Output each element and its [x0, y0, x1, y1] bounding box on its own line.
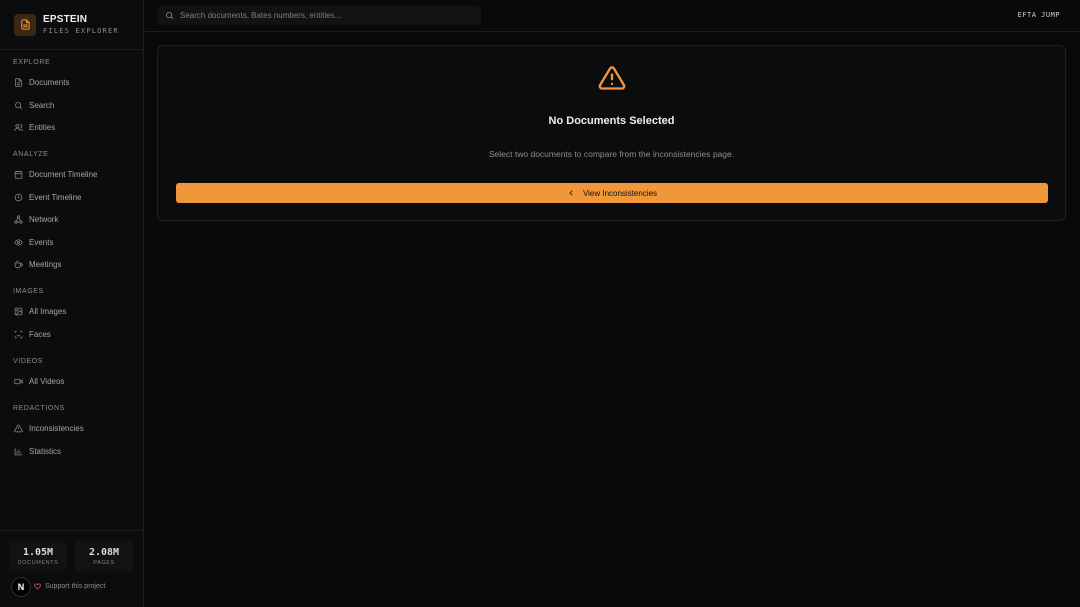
sidebar-item-meetings[interactable]: Meetings — [13, 256, 137, 272]
sidebar-item-label: Documents — [29, 77, 70, 87]
sidebar-item-document-timeline[interactable]: Document Timeline — [13, 166, 137, 182]
sidebar-item-statistics[interactable]: Statistics — [13, 443, 137, 459]
sidebar-item-label: All Videos — [29, 376, 65, 386]
sidebar-item-search[interactable]: Search — [13, 97, 137, 113]
document-icon — [13, 77, 23, 87]
calendar-icon — [13, 169, 23, 179]
sidebar-item-label: All Images — [29, 306, 67, 316]
support-link[interactable]: Support this project — [34, 583, 105, 590]
search-input[interactable] — [180, 11, 470, 20]
clock-icon — [13, 192, 23, 202]
sidebar-item-network[interactable]: Network — [13, 211, 137, 227]
section-heading-analyze: ANALYZE — [13, 151, 49, 158]
sidebar-item-events[interactable]: Events — [13, 234, 137, 250]
video-icon — [13, 376, 23, 386]
sidebar-item-faces[interactable]: Faces — [13, 326, 137, 342]
stat-pages-value: 2.08M — [88, 547, 120, 558]
stat-documents-value: 1.05M — [22, 547, 54, 558]
sidebar-item-label: Entities — [29, 122, 56, 132]
sidebar-item-label: Event Timeline — [29, 192, 82, 202]
sidebar-item-label: Search — [29, 100, 55, 110]
search-box[interactable] — [158, 6, 481, 25]
sidebar-item-label: Statistics — [29, 446, 62, 456]
sidebar-item-inconsistencies[interactable]: Inconsistencies — [13, 420, 137, 436]
sidebar-item-event-timeline[interactable]: Event Timeline — [13, 189, 137, 205]
sidebar-item-label: Document Timeline — [29, 169, 98, 179]
view-inconsistencies-button[interactable]: View Inconsistencies — [176, 183, 1048, 203]
sidebar-item-label: Inconsistencies — [29, 423, 84, 433]
coffee-icon — [13, 259, 23, 269]
sidebar-item-label: Network — [29, 214, 59, 224]
warning-icon — [13, 423, 23, 433]
face-scan-icon — [13, 329, 23, 339]
image-icon — [13, 306, 23, 316]
file-icon — [14, 13, 36, 36]
support-label: Support this project — [45, 583, 106, 590]
stat-pages-label: PAGES — [93, 560, 115, 566]
section-heading-explore: EXPLORE — [13, 59, 51, 66]
sidebar: EPSTEIN FILES EXPLORER EXPLORE Documents… — [0, 0, 144, 607]
brand-subtitle: FILES EXPLORER — [43, 26, 119, 35]
empty-state-title: No Documents Selected — [548, 115, 675, 127]
network-icon — [13, 214, 23, 224]
view-inconsistencies-label: View Inconsistencies — [582, 188, 658, 198]
section-heading-videos: VIDEOS — [13, 358, 44, 365]
sidebar-footer: 1.05M DOCUMENTS 2.08M PAGES N Support th… — [0, 530, 143, 607]
efta-jump-button[interactable]: EFTA JUMP — [1018, 11, 1060, 19]
empty-state-message: Select two documents to compare from the… — [488, 149, 735, 159]
search-icon — [13, 100, 23, 110]
section-heading-images: IMAGES — [13, 288, 44, 295]
users-icon — [13, 122, 23, 132]
stat-documents-label: DOCUMENTS — [17, 560, 59, 566]
warning-icon — [598, 64, 626, 97]
brand-title: EPSTEIN — [43, 13, 88, 25]
bar-chart-icon — [13, 446, 23, 456]
stat-documents: 1.05M DOCUMENTS — [9, 541, 67, 571]
brand[interactable]: EPSTEIN FILES EXPLORER — [0, 0, 143, 50]
sidebar-item-all-videos[interactable]: All Videos — [13, 373, 137, 389]
sidebar-item-label: Meetings — [29, 259, 62, 269]
chevron-left-icon — [569, 190, 573, 196]
sidebar-item-label: Faces — [29, 329, 51, 339]
heart-icon — [34, 583, 41, 590]
sidebar-item-documents[interactable]: Documents — [13, 74, 137, 90]
sidebar-item-label: Events — [29, 237, 54, 247]
empty-state-card: No Documents Selected Select two documen… — [157, 45, 1066, 221]
n-badge[interactable]: N — [11, 577, 31, 597]
sidebar-item-entities[interactable]: Entities — [13, 119, 137, 135]
eye-icon — [13, 237, 23, 247]
topbar: EFTA JUMP — [144, 0, 1080, 32]
search-icon — [166, 12, 174, 20]
sidebar-item-all-images[interactable]: All Images — [13, 303, 137, 319]
section-heading-redactions: REDACTIONS — [13, 405, 65, 412]
stat-pages: 2.08M PAGES — [75, 541, 133, 571]
